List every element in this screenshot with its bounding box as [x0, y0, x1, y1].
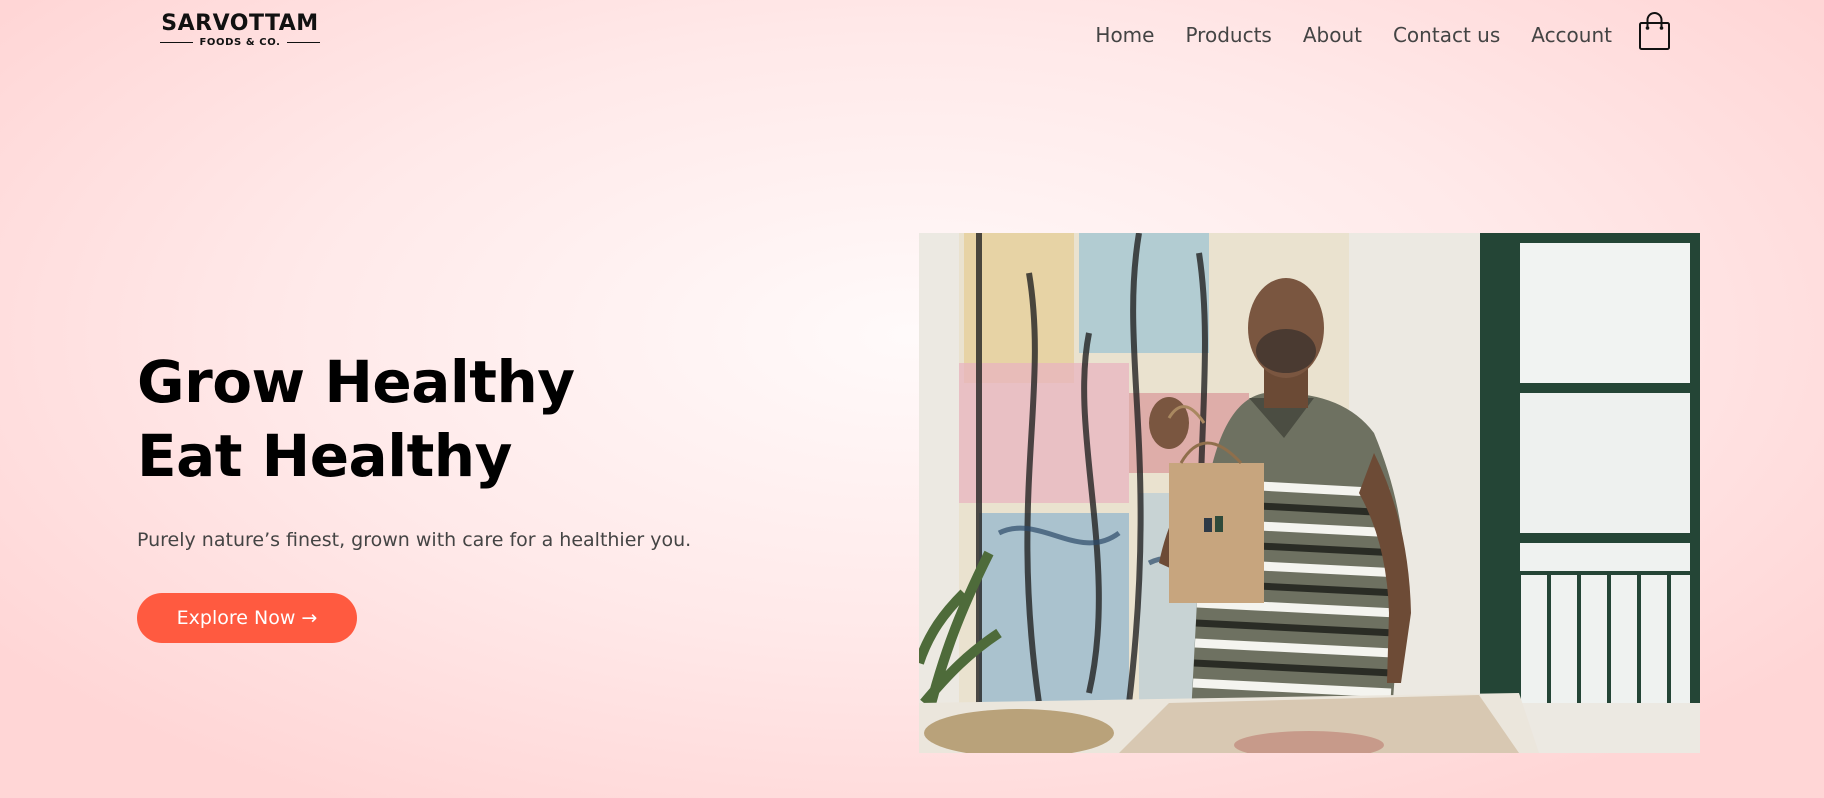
logo-divider-left: [160, 41, 194, 44]
hero-title: Grow Healthy Eat Healthy: [137, 345, 697, 493]
shopping-bag-icon: [1639, 12, 1670, 50]
main-nav: Home Products About Contact us Account: [1095, 20, 1612, 50]
man-holding-paper-bag-photo: [919, 233, 1700, 753]
brand-tagline: FOODS & CO.: [199, 37, 281, 48]
hero-image: [919, 233, 1700, 753]
nav-item-contact[interactable]: Contact us: [1393, 20, 1500, 50]
cart-button[interactable]: [1638, 10, 1672, 52]
hero-subtitle: Purely nature’s finest, grown with care …: [137, 529, 692, 551]
hero-title-line-2: Eat Healthy: [137, 422, 512, 490]
nav-item-products[interactable]: Products: [1185, 20, 1271, 50]
nav-item-home[interactable]: Home: [1095, 20, 1154, 50]
brand-name: SARVOTTAM: [161, 11, 319, 36]
nav-item-about[interactable]: About: [1303, 20, 1362, 50]
nav-item-account[interactable]: Account: [1531, 20, 1612, 50]
hero-title-line-1: Grow Healthy: [137, 348, 575, 416]
explore-now-button[interactable]: Explore Now →: [137, 593, 357, 643]
brand-tagline-row: FOODS & CO.: [160, 37, 321, 48]
logo-divider-right: [286, 41, 321, 44]
brand-logo[interactable]: SARVOTTAM FOODS & CO.: [160, 11, 321, 52]
